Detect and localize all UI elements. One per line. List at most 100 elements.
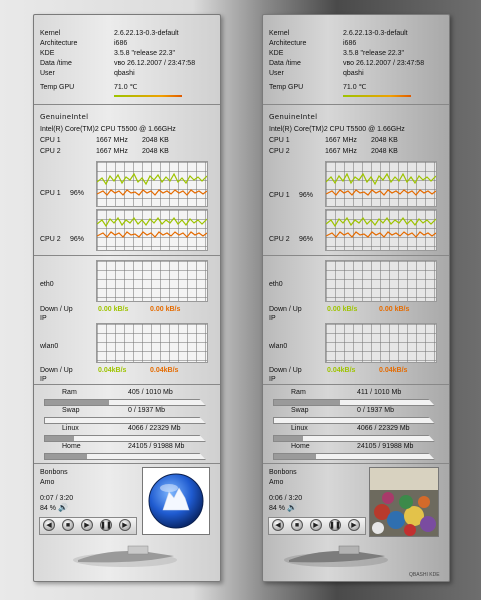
pause-icon-right[interactable]: ❚❚: [329, 519, 341, 531]
speaker-icon[interactable]: 🔊: [58, 503, 68, 512]
previous-icon-right[interactable]: ◀: [272, 519, 284, 531]
kde-value: 3.5.8 "release 22.3": [114, 50, 176, 57]
swap-bar: [44, 417, 206, 424]
eth0-down-value: 0.00 kB/s: [98, 306, 129, 313]
system-info-section-right: Kernel 2.6.22.13-0.3-default Architectur…: [263, 15, 449, 105]
cpu1-orange-line-right: [326, 189, 436, 196]
stop-icon[interactable]: ■: [62, 519, 74, 531]
track-title-right: Amo: [269, 479, 284, 486]
user-label-right: User: [269, 70, 284, 77]
temp-value: 71.0 ℃: [114, 84, 138, 91]
ram-value: 405 / 1010 Mb: [128, 389, 173, 396]
kde-label: KDE: [40, 50, 55, 57]
swap-value-right: 0 / 1937 Mb: [357, 407, 394, 414]
cpu2-orange-line-right: [326, 231, 436, 238]
cpu1-cache: 2048 KB: [142, 137, 169, 144]
date-label-right: Data /time: [269, 60, 301, 67]
cpu2-green-line-right: [326, 216, 436, 228]
cpu-vendor: GenuineIntel: [40, 113, 89, 121]
cpu1-freq: 1667 MHz: [96, 137, 128, 144]
swap-value: 0 / 1937 Mb: [128, 407, 165, 414]
ram-row: Ram 405 / 1010 Mb: [44, 388, 206, 406]
cpu2-orange-line: [97, 231, 207, 238]
ram-label-right: Ram: [291, 389, 306, 396]
player-controls: ◀ ■ ▶ ❚❚ ▶: [39, 517, 137, 535]
user-value-right: qbashi: [343, 70, 364, 77]
track-title: Amo: [40, 479, 55, 486]
eth0-label: eth0: [40, 281, 54, 288]
cpu2-graph: [96, 209, 208, 251]
cpu1-green-line: [97, 172, 207, 186]
cpu2-percent-right: 96%: [299, 236, 314, 243]
kernel-label: Kernel: [40, 30, 61, 37]
wlan0-down-value-right: 0.04kB/s: [327, 367, 356, 374]
memory-section-right: Ram 411 / 1010 Mb Swap 0 / 1937 Mb Linux…: [263, 385, 449, 464]
linux-bar: [44, 435, 206, 442]
cpu1-percent-right: 96%: [299, 192, 314, 199]
cpu2-graph-right: [325, 209, 437, 251]
cpu1-graph-lines: [97, 172, 207, 196]
date-label: Data /time: [40, 60, 72, 67]
eth0-ip-label: IP: [40, 315, 47, 322]
ram-row-right: Ram 411 / 1010 Mb: [273, 388, 435, 406]
cpu1-graph-lines-right: [326, 172, 436, 196]
track-artist-right: Bonbons: [269, 469, 297, 476]
album-cover-photo: [370, 468, 438, 536]
volume-value-right: 84 %: [269, 505, 285, 512]
speaker-icon-right[interactable]: 🔊: [287, 503, 297, 512]
wlan0-downup-label: Down / Up: [40, 367, 73, 374]
play-icon-right[interactable]: ▶: [310, 519, 322, 531]
track-time: 0:07 / 3:20: [40, 495, 74, 502]
home-row: Home 24105 / 91988 Mb: [44, 442, 206, 460]
right-ship-logo: [284, 545, 388, 567]
play-icon[interactable]: ▶: [81, 519, 93, 531]
eth0-label-right: eth0: [269, 281, 283, 288]
home-value-right: 24105 / 91988 Mb: [357, 443, 414, 450]
next-icon[interactable]: ▶: [119, 519, 131, 531]
network-section: eth0 Down / Up IP 0.00 kB/s 0.00 kB/s wl…: [34, 256, 220, 385]
album-art: [142, 467, 210, 535]
home-label-right: Home: [291, 443, 310, 450]
temp-value-right: 71.0 ℃: [343, 84, 367, 91]
eth0-down-value-right: 0.00 kB/s: [327, 306, 358, 313]
swap-label-right: Swap: [291, 407, 309, 414]
linux-bar-right: [273, 435, 435, 442]
linux-value: 4066 / 22329 Mb: [128, 425, 181, 432]
previous-icon[interactable]: ◀: [43, 519, 55, 531]
swap-label: Swap: [62, 407, 80, 414]
player-controls-right: ◀ ■ ▶ ❚❚ ▶: [268, 517, 366, 535]
kernel-value-right: 2.6.22.13-0.3-default: [343, 30, 408, 37]
temp-gauge: [114, 95, 182, 97]
pause-icon[interactable]: ❚❚: [100, 519, 112, 531]
eth0-downup-label-right: Down / Up: [269, 306, 302, 313]
cpu1-percent: 96%: [70, 190, 85, 197]
cpu-section-right: GenuineIntel Intel(R) Core(TM)2 CPU T550…: [263, 105, 449, 256]
amarok-wolf-icon: [148, 473, 204, 529]
cpu2-label-right: CPU 2: [269, 148, 290, 155]
wlan0-up-value-right: 0.04kB/s: [379, 367, 408, 374]
wlan0-up-value: 0.04kB/s: [150, 367, 179, 374]
arch-label-right: Architecture: [269, 40, 307, 47]
temp-label-right: Temp GPU: [269, 84, 304, 91]
cpu1-label: CPU 1: [40, 137, 61, 144]
left-monitor-panel: Kernel 2.6.22.13-0.3-default Architectur…: [33, 14, 221, 582]
cpu1-graph-right: [325, 161, 437, 207]
wlan0-label-right: wlan0: [269, 343, 288, 350]
linux-bar-fill-right: [274, 436, 303, 441]
stop-icon-right[interactable]: ■: [291, 519, 303, 531]
cpu2-cache: 2048 KB: [142, 148, 169, 155]
cpu1-label-right: CPU 1: [269, 137, 290, 144]
next-icon-right[interactable]: ▶: [348, 519, 360, 531]
ram-value-right: 411 / 1010 Mb: [357, 389, 402, 396]
wlan0-graph: [96, 323, 208, 363]
user-label: User: [40, 70, 55, 77]
cpu2-freq-right: 1667 MHz: [325, 148, 357, 155]
cpu1-graph-label-right: CPU 1: [269, 192, 290, 199]
cpu2-graph-label-right: CPU 2: [269, 236, 290, 243]
left-ship-logo: [73, 545, 177, 567]
eth0-graph-right: [325, 260, 437, 302]
kde-value-right: 3.5.8 "release 22.3": [343, 50, 405, 57]
temp-gauge-right: [343, 95, 411, 97]
kernel-value: 2.6.22.13-0.3-default: [114, 30, 179, 37]
linux-row: Linux 4066 / 22329 Mb: [44, 424, 206, 442]
